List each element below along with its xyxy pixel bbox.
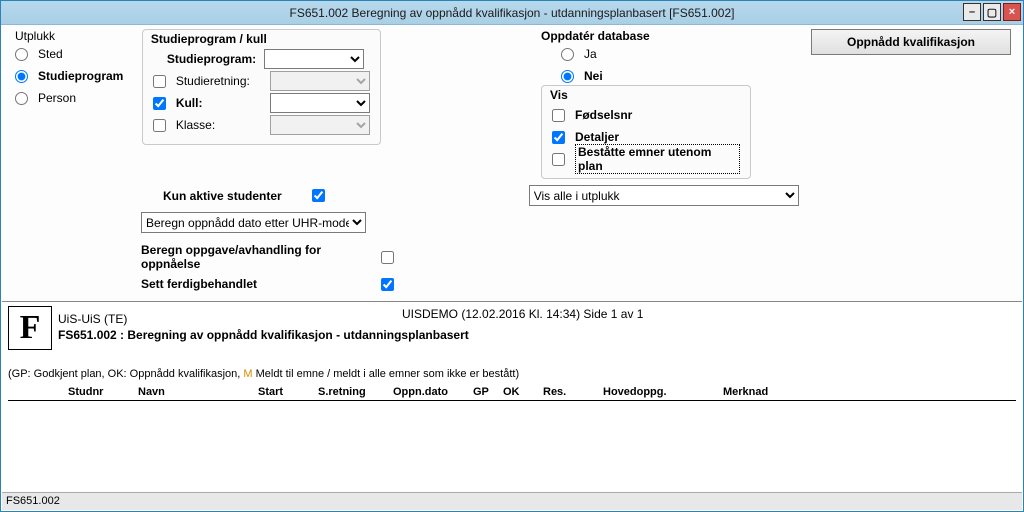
label-ja: Ja xyxy=(584,47,597,61)
label-sted: Sted xyxy=(38,47,63,61)
col-oppndato: Oppn.dato xyxy=(393,386,473,398)
col-navn: Navn xyxy=(138,386,258,398)
check-kull[interactable] xyxy=(153,97,166,110)
check-detaljer[interactable] xyxy=(552,131,565,144)
report-meta: UISDEMO (12.02.2016 Kl. 14:34) Side 1 av… xyxy=(402,307,643,321)
check-studieretning[interactable] xyxy=(153,75,166,88)
label-kun-aktive: Kun aktive studenter xyxy=(163,189,282,203)
combo-klasse[interactable] xyxy=(270,115,370,135)
utplukk-group: Utplukk Sted Studieprogram Person xyxy=(13,29,132,109)
app-window: FS651.002 Beregning av oppnådd kvalifika… xyxy=(0,0,1024,512)
check-fodselsnr[interactable] xyxy=(552,109,565,122)
combo-studieretning[interactable] xyxy=(270,71,370,91)
col-ok: OK xyxy=(503,386,543,398)
radio-studieprogram[interactable] xyxy=(15,70,28,83)
check-kun-aktive[interactable] xyxy=(312,189,325,202)
combo-beregn-modell[interactable]: Beregn oppnådd dato etter UHR-modell xyxy=(141,212,366,233)
status-text: FS651.002 xyxy=(6,495,60,507)
row-sett-ferdig: Sett ferdigbehandlet xyxy=(141,277,1011,291)
combo-vis-alle[interactable]: Vis alle i utplukk xyxy=(529,185,799,206)
col-res: Res. xyxy=(543,386,603,398)
vis-group: Vis Fødselsnr Detaljer Beståtte emner ut… xyxy=(541,85,751,179)
label-studieprogram: Studieprogram xyxy=(38,69,123,83)
col-hovedoppg: Hovedoppg. xyxy=(603,386,723,398)
vis-legend: Vis xyxy=(548,88,740,102)
right-column: Oppdatér database Ja Nei Oppnådd kvalifi… xyxy=(541,29,1011,179)
combo-studieprogram[interactable] xyxy=(264,49,364,69)
minimize-button[interactable]: – xyxy=(963,3,981,21)
statusbar: FS651.002 xyxy=(2,492,1022,510)
studie-legend: Studieprogram / kull xyxy=(149,32,370,46)
radio-ja[interactable] xyxy=(561,48,574,61)
label-studieretning: Studieretning: xyxy=(176,74,264,88)
report-header: F UiS-UiS (TE) FS651.002 : Beregning av … xyxy=(8,306,1016,350)
label-detaljer: Detaljer xyxy=(575,130,619,144)
report-logo-icon: F xyxy=(8,306,52,350)
radio-sted[interactable] xyxy=(15,48,28,61)
label-person: Person xyxy=(38,91,76,105)
report-note-pre: (GP: Godkjent plan, OK: Oppnådd kvalifik… xyxy=(8,368,243,380)
close-button[interactable]: × xyxy=(1003,3,1021,21)
label-bestatte: Beståtte emner utenom plan xyxy=(575,144,740,174)
report-note: (GP: Godkjent plan, OK: Oppnådd kvalifik… xyxy=(8,368,1016,380)
col-studnr: Studnr xyxy=(68,386,138,398)
form-area: Utplukk Sted Studieprogram Person Studie… xyxy=(1,25,1023,297)
label-sett-ferdig: Sett ferdigbehandlet xyxy=(141,277,381,291)
mid-row: Kun aktive studenter Vis alle i utplukk xyxy=(163,185,1011,206)
label-fodselsnr: Fødselsnr xyxy=(575,108,632,122)
label-kull: Kull: xyxy=(176,96,264,110)
report-note-m: M xyxy=(243,368,252,380)
label-beregn-oppgave: Beregn oppgave/avhandling for oppnåelse xyxy=(141,243,381,271)
col-sretning: S.retning xyxy=(318,386,393,398)
label-studieprogram-field: Studieprogram: xyxy=(153,52,258,66)
row-beregn-modell: Beregn oppnådd dato etter UHR-modell xyxy=(141,212,1011,233)
col-start: Start xyxy=(258,386,318,398)
report-columns: Studnr Navn Start S.retning Oppn.dato GP… xyxy=(8,386,1016,401)
col-gp: GP xyxy=(473,386,503,398)
label-nei: Nei xyxy=(584,69,603,83)
window-buttons: – ▢ × xyxy=(963,3,1021,21)
check-klasse[interactable] xyxy=(153,119,166,132)
check-sett-ferdig[interactable] xyxy=(381,278,394,291)
titlebar: FS651.002 Beregning av oppnådd kvalifika… xyxy=(1,1,1023,25)
window-title: FS651.002 Beregning av oppnådd kvalifika… xyxy=(290,6,735,20)
report-title: FS651.002 : Beregning av oppnådd kvalifi… xyxy=(58,328,469,344)
check-beregn-oppgave[interactable] xyxy=(381,251,394,264)
maximize-button[interactable]: ▢ xyxy=(983,3,1001,21)
oppnadd-button[interactable]: Oppnådd kvalifikasjon xyxy=(811,29,1011,55)
check-bestatte[interactable] xyxy=(552,153,565,166)
report-area: F UiS-UiS (TE) FS651.002 : Beregning av … xyxy=(2,301,1022,491)
col-merknad: Merknad xyxy=(723,386,803,398)
oppdater-group: Oppdatér database Ja Nei xyxy=(541,29,751,87)
label-klasse: Klasse: xyxy=(176,118,264,132)
studieprogram-group: Studieprogram / kull Studieprogram: Stud… xyxy=(142,29,381,145)
utplukk-legend: Utplukk xyxy=(15,29,132,43)
report-note-post: Meldt til emne / meldt i alle emner som … xyxy=(253,368,520,380)
oppdater-legend: Oppdatér database xyxy=(541,29,751,43)
radio-person[interactable] xyxy=(15,92,28,105)
combo-kull[interactable] xyxy=(270,93,370,113)
radio-nei[interactable] xyxy=(561,70,574,83)
row-beregn-oppgave: Beregn oppgave/avhandling for oppnåelse xyxy=(141,243,1011,271)
